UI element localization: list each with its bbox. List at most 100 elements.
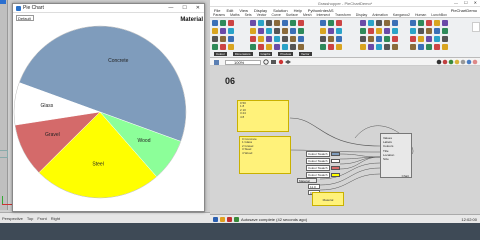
component-icon[interactable] (442, 28, 448, 34)
component-icon[interactable] (368, 28, 374, 34)
input-size[interactable]: Size (383, 157, 394, 161)
tab-mesh[interactable]: Mesh (303, 13, 312, 17)
component-icon[interactable] (376, 44, 382, 50)
minimize-button[interactable]: — (168, 5, 173, 11)
gh-minimize-button[interactable]: — (454, 0, 458, 5)
gh-close-button[interactable]: ✕ (474, 0, 477, 5)
tab-params[interactable]: Params (213, 13, 225, 17)
component-icon[interactable] (336, 44, 342, 50)
component-icon[interactable] (360, 20, 366, 26)
component-icon[interactable] (384, 44, 390, 50)
menu-help[interactable]: Help (294, 8, 302, 13)
component-icon[interactable] (266, 20, 272, 26)
menu-file[interactable]: File (214, 8, 220, 13)
component-icon[interactable] (282, 20, 288, 26)
component-icon[interactable] (426, 20, 432, 26)
component-icon[interactable] (220, 28, 226, 34)
component-icon[interactable] (290, 36, 296, 42)
component-icon[interactable] (392, 20, 398, 26)
component-icon[interactable] (418, 28, 424, 34)
tab-right[interactable]: Right (51, 216, 60, 223)
tab-perspective[interactable]: Perspective (2, 216, 23, 223)
component-icon[interactable] (274, 36, 280, 42)
component-icon[interactable] (250, 44, 256, 50)
component-icon[interactable] (434, 28, 440, 34)
component-icon[interactable] (410, 20, 416, 26)
component-icon[interactable] (320, 20, 326, 26)
component-icon[interactable] (258, 36, 264, 42)
menu-view[interactable]: View (239, 8, 248, 13)
group-graphs[interactable]: Graphs (258, 52, 273, 56)
component-icon[interactable] (298, 36, 304, 42)
tab-top[interactable]: Top (27, 216, 33, 223)
component-icon[interactable] (282, 36, 288, 42)
group-dimensions[interactable]: Dimensions (232, 52, 253, 56)
output-chart[interactable]: Chart (402, 174, 409, 178)
labels-panel[interactable]: 0 Concrete 1 Glass 2 Gravel 3 Steel 4 Wo… (239, 136, 291, 174)
menu-solution[interactable]: Solution (273, 8, 287, 13)
component-icon[interactable] (212, 20, 218, 26)
text-input-label[interactable]: Material (297, 178, 317, 183)
component-icon[interactable] (320, 44, 326, 50)
component-icon[interactable] (384, 36, 390, 42)
menu-display[interactable]: Display (254, 8, 267, 13)
component-icon[interactable] (320, 36, 326, 42)
component-icon[interactable] (290, 20, 296, 26)
component-icon[interactable] (434, 44, 440, 50)
component-icon[interactable] (434, 36, 440, 42)
component-icon[interactable] (298, 28, 304, 34)
tab-surface[interactable]: Surface (286, 13, 298, 17)
component-icon[interactable] (376, 36, 382, 42)
close-button[interactable]: ✕ (196, 5, 200, 11)
component-icon[interactable] (228, 28, 234, 34)
component-icon[interactable] (250, 20, 256, 26)
component-icon[interactable] (220, 44, 226, 50)
menu-python[interactable]: PythonInterAS (308, 8, 334, 13)
component-icon[interactable] (328, 28, 334, 34)
component-icon[interactable] (266, 28, 272, 34)
component-icon[interactable] (410, 36, 416, 42)
component-icon[interactable] (212, 44, 218, 50)
tab-intersect[interactable]: Intersect (317, 13, 330, 17)
document-name[interactable]: PieChartDemo (451, 8, 477, 13)
component-icon[interactable] (328, 20, 334, 26)
component-icon[interactable] (426, 36, 432, 42)
tab-animation[interactable]: Animation (372, 13, 388, 17)
component-icon[interactable] (360, 28, 366, 34)
component-icon[interactable] (228, 36, 234, 42)
component-icon[interactable] (418, 44, 424, 50)
component-icon[interactable] (290, 44, 296, 50)
component-icon[interactable] (392, 44, 398, 50)
view-toggle-icons[interactable] (263, 59, 293, 65)
component-icon[interactable] (418, 36, 424, 42)
edge-panel-button[interactable] (472, 22, 480, 32)
component-icon[interactable] (410, 44, 416, 50)
component-icon[interactable] (368, 44, 374, 50)
component-icon[interactable] (274, 20, 280, 26)
component-icon[interactable] (418, 20, 424, 26)
title-text-panel[interactable]: Material (312, 192, 344, 206)
component-icon[interactable] (360, 36, 366, 42)
maximize-button[interactable]: ☐ (182, 5, 186, 11)
save-icon[interactable] (213, 59, 223, 65)
component-icon[interactable] (384, 20, 390, 26)
tab-human[interactable]: Human (415, 13, 426, 17)
component-icon[interactable] (212, 28, 218, 34)
tab-curve[interactable]: Curve (272, 13, 281, 17)
colour-swatch-1[interactable] (331, 152, 340, 156)
colour-swatch-3[interactable] (331, 166, 340, 170)
component-icon[interactable] (336, 28, 342, 34)
tab-kangaroo[interactable]: Kangaroo2 (393, 13, 410, 17)
component-icon[interactable] (368, 20, 374, 26)
slider-value-1[interactable]: 11.0 (308, 184, 320, 189)
component-icon[interactable] (442, 20, 448, 26)
component-icon[interactable] (328, 44, 334, 50)
component-icon[interactable] (258, 28, 264, 34)
preview-mode-icons[interactable] (436, 59, 478, 65)
tab-display[interactable]: Display (356, 13, 367, 17)
component-icon[interactable] (360, 44, 366, 50)
component-icon[interactable] (328, 36, 334, 42)
component-icon[interactable] (282, 44, 288, 50)
group-colour[interactable]: Colour (214, 52, 227, 56)
component-icon[interactable] (274, 44, 280, 50)
